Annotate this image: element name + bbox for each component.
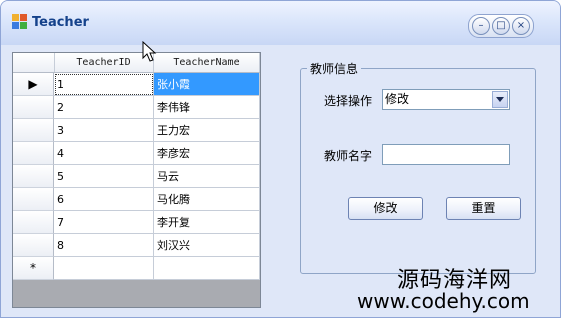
new-row[interactable]: * [13, 257, 260, 280]
modify-button[interactable]: 修改 [348, 197, 423, 220]
app-window: Teacher – □ × TeacherID TeacherName ▶ 1 张小… [0, 0, 561, 318]
operation-select[interactable]: 修改 [382, 89, 510, 110]
cell-teacherid[interactable]: 7 [54, 211, 154, 234]
teacher-data-grid[interactable]: TeacherID TeacherName ▶ 1 张小霞 2 李伟锋 3 王力宏 4 李彦宏 5… [12, 52, 261, 308]
cell-teachername[interactable]: 马化腾 [154, 188, 260, 211]
cell-teachername[interactable]: 马云 [154, 165, 260, 188]
table-row[interactable]: ▶ 1 张小霞 [13, 73, 260, 96]
close-icon[interactable]: × [512, 17, 530, 35]
row-header[interactable] [13, 96, 54, 119]
table-row[interactable]: 5 马云 [13, 165, 260, 188]
row-header[interactable] [13, 119, 54, 142]
mouse-cursor-icon [142, 41, 157, 62]
cell-teachername[interactable]: 李开复 [154, 211, 260, 234]
grid-header: TeacherID TeacherName [13, 53, 260, 73]
chevron-down-icon[interactable] [492, 91, 508, 108]
cell-teachername[interactable]: 李伟锋 [154, 96, 260, 119]
table-row[interactable]: 3 王力宏 [13, 119, 260, 142]
window-title: Teacher [32, 15, 89, 30]
cell-teacherid[interactable]: 4 [54, 142, 154, 165]
cell-teacherid[interactable]: 8 [54, 234, 154, 257]
column-header-teachername[interactable]: TeacherName [154, 53, 260, 72]
new-row-marker-icon[interactable]: * [13, 257, 54, 280]
teacher-name-input[interactable] [382, 144, 510, 165]
title-bar[interactable]: Teacher – □ × [1, 1, 560, 46]
reset-button[interactable]: 重置 [446, 197, 521, 220]
app-icon [12, 14, 28, 30]
cell-teacherid[interactable]: 6 [54, 188, 154, 211]
cell-teachername[interactable]: 刘汉兴 [154, 234, 260, 257]
cell-teacherid[interactable]: 1 [54, 73, 154, 96]
table-row[interactable]: 8 刘汉兴 [13, 234, 260, 257]
cell-teachername[interactable]: 张小霞 [154, 73, 260, 96]
cell-teacherid[interactable] [54, 257, 154, 280]
watermark-url: www.codehy.com [357, 289, 530, 313]
grid-corner-header[interactable] [13, 53, 55, 72]
cell-teacherid[interactable]: 5 [54, 165, 154, 188]
row-header[interactable] [13, 142, 54, 165]
groupbox-title: 教师信息 [307, 60, 362, 77]
row-header[interactable] [13, 188, 54, 211]
caption-buttons: – □ × [468, 14, 534, 38]
operation-select-value: 修改 [385, 92, 410, 106]
row-header[interactable] [13, 211, 54, 234]
current-row-indicator-icon[interactable]: ▶ [13, 73, 54, 96]
table-row[interactable]: 6 马化腾 [13, 188, 260, 211]
cell-teachername[interactable]: 王力宏 [154, 119, 260, 142]
operation-label: 选择操作 [324, 94, 373, 108]
cell-teachername[interactable]: 李彦宏 [154, 142, 260, 165]
table-row[interactable]: 4 李彦宏 [13, 142, 260, 165]
cell-teacherid[interactable]: 3 [54, 119, 154, 142]
row-header[interactable] [13, 234, 54, 257]
maximize-icon[interactable]: □ [492, 17, 510, 35]
column-header-teacherid[interactable]: TeacherID [54, 53, 154, 72]
table-row[interactable]: 2 李伟锋 [13, 96, 260, 119]
minimize-icon[interactable]: – [472, 17, 490, 35]
table-row[interactable]: 7 李开复 [13, 211, 260, 234]
row-header[interactable] [13, 165, 54, 188]
cell-teacherid[interactable]: 2 [54, 96, 154, 119]
teacher-name-label: 教师名字 [324, 149, 373, 163]
cell-teachername[interactable] [154, 257, 260, 280]
